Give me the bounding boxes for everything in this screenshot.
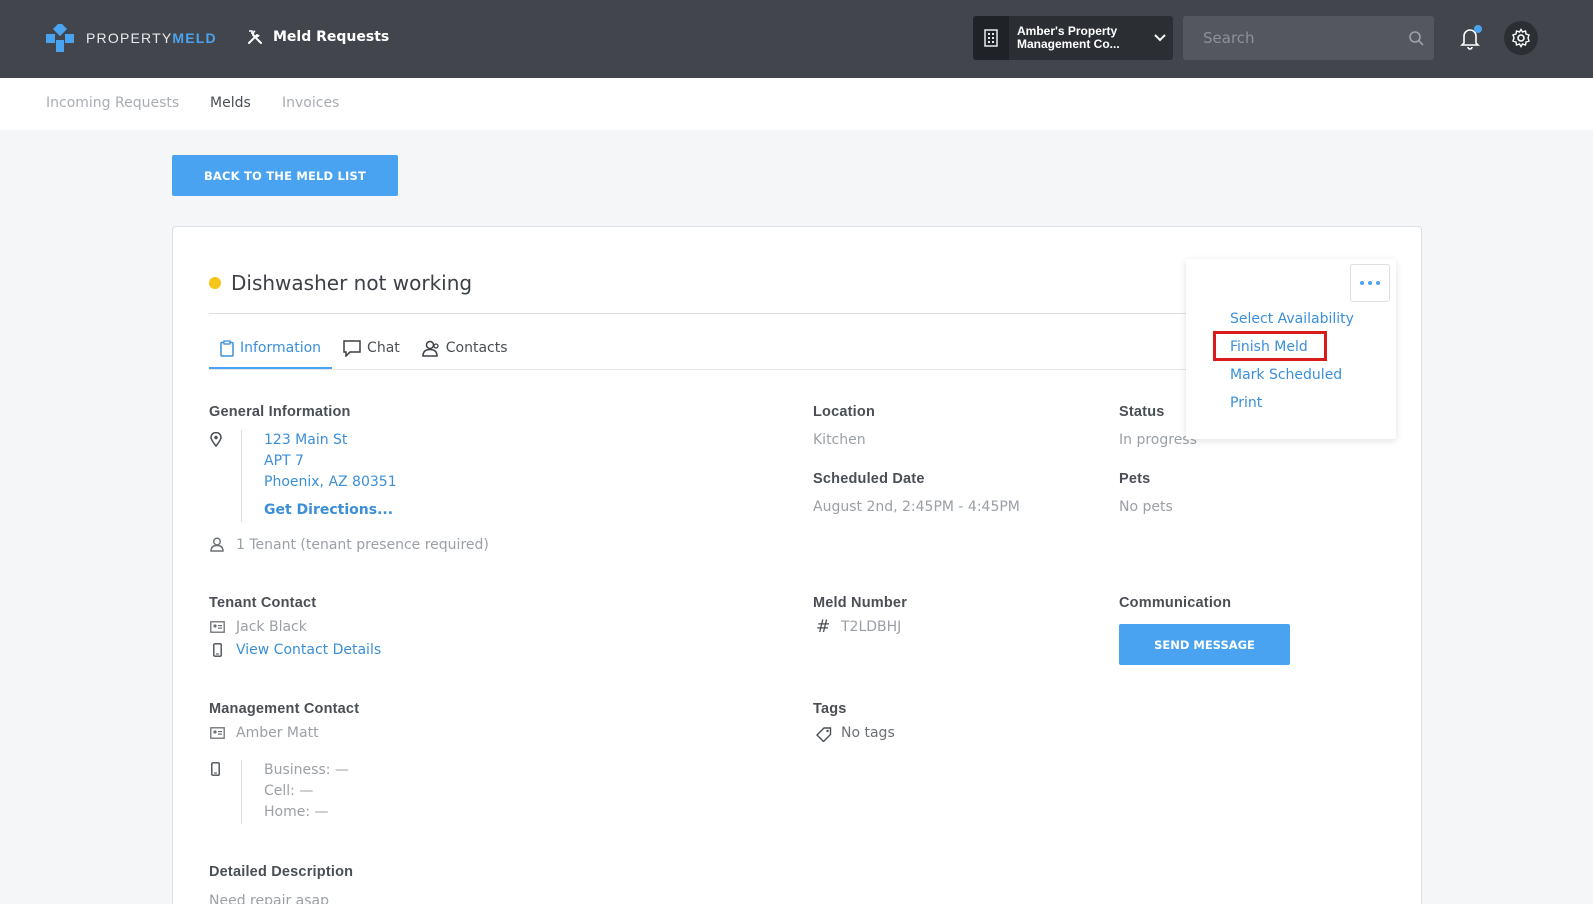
brand-logo[interactable]: PROPERTYMELD [46, 21, 217, 52]
status-dot-icon [209, 277, 221, 289]
manager-name: Amber Matt [236, 725, 319, 741]
notifications-bell-icon[interactable] [1460, 25, 1484, 52]
logo-mark-icon [46, 21, 74, 52]
home-phone: Home: — [264, 804, 329, 820]
get-directions-link[interactable]: Get Directions... [264, 502, 393, 518]
cell-phone: Cell: — [264, 783, 314, 799]
search-input[interactable] [1183, 29, 1397, 47]
contacts-icon [422, 340, 439, 357]
address-line-2[interactable]: APT 7 [264, 453, 304, 469]
tools-icon [248, 30, 262, 44]
tab-contacts[interactable]: Contacts [411, 327, 519, 369]
meld-actions-menu: Select Availability Finish Meld Mark Sch… [1186, 259, 1396, 439]
meld-tabs: Information Chat Contacts [209, 327, 519, 369]
dot-icon [1368, 281, 1372, 285]
menu-item-print[interactable]: Print [1230, 395, 1262, 411]
hash-icon: # [816, 617, 831, 637]
chevron-down-icon [1147, 34, 1173, 42]
tenant-count: 1 Tenant (tenant presence required) [236, 537, 489, 553]
status-heading: Status [1119, 404, 1165, 420]
address-line-1[interactable]: 123 Main St [264, 432, 347, 448]
management-contact-heading: Management Contact [209, 701, 360, 717]
view-contact-details-link[interactable]: View Contact Details [236, 642, 381, 658]
tag-icon [816, 727, 832, 742]
meld-title-text: Dishwasher not working [231, 271, 473, 295]
detailed-description-value: Need repair asap [209, 893, 329, 904]
app-title-text: Meld Requests [273, 29, 390, 45]
tags-heading: Tags [813, 701, 847, 717]
scheduled-date-heading: Scheduled Date [813, 471, 925, 487]
pets-heading: Pets [1119, 471, 1151, 487]
contact-card-icon [210, 621, 225, 633]
pets-value: No pets [1119, 499, 1173, 515]
address-line-3[interactable]: Phoenix, AZ 80351 [264, 474, 397, 490]
organization-select[interactable]: Amber's Property Management Co... [973, 16, 1173, 60]
building-icon [973, 16, 1009, 60]
divider [241, 760, 242, 824]
tenant-name: Jack Black [236, 619, 307, 635]
notification-badge [1474, 25, 1482, 33]
settings-gear-icon[interactable] [1504, 21, 1538, 55]
highlight-box [1213, 331, 1327, 361]
detailed-description-heading: Detailed Description [209, 864, 354, 880]
search-box [1183, 16, 1434, 60]
business-phone: Business: — [264, 762, 349, 778]
more-options-button[interactable] [1350, 264, 1390, 302]
search-icon[interactable] [1397, 30, 1434, 46]
menu-item-select-availability[interactable]: Select Availability [1230, 311, 1354, 327]
menu-item-mark-scheduled[interactable]: Mark Scheduled [1230, 367, 1342, 383]
dot-icon [1360, 281, 1364, 285]
location-heading: Location [813, 404, 876, 420]
chat-bubble-icon [343, 339, 361, 357]
tab-information-label: Information [240, 340, 322, 356]
meld-number-value: T2LDBHJ [841, 619, 902, 635]
dot-icon [1376, 281, 1380, 285]
tab-information[interactable]: Information [209, 327, 333, 369]
mobile-phone-icon [213, 643, 222, 657]
send-message-button[interactable]: SEND MESSAGE [1119, 624, 1290, 665]
nav-melds[interactable]: Melds [210, 95, 251, 111]
organization-name: Amber's Property Management Co... [1017, 24, 1120, 51]
meld-title: Dishwasher not working [209, 271, 472, 295]
nav-incoming-requests[interactable]: Incoming Requests [46, 95, 179, 111]
sub-navigation: Incoming Requests Melds Invoices [0, 78, 1593, 130]
tenant-person-icon [210, 537, 224, 552]
nav-invoices[interactable]: Invoices [282, 95, 339, 111]
clipboard-icon [220, 339, 234, 357]
tab-chat-label: Chat [367, 340, 400, 356]
top-bar: PROPERTYMELD Meld Requests Amber's Prope… [0, 0, 1593, 78]
back-to-meld-list-button[interactable]: BACK TO THE MELD LIST [172, 155, 398, 196]
general-information-heading: General Information [209, 404, 351, 420]
tags-value: No tags [841, 725, 895, 741]
mobile-phone-icon [211, 762, 220, 776]
meld-number-heading: Meld Number [813, 595, 908, 611]
location-value: Kitchen [813, 432, 866, 448]
communication-heading: Communication [1119, 595, 1232, 611]
location-pin-icon [210, 432, 222, 447]
brand-name: PROPERTYMELD [86, 30, 217, 46]
tenant-contact-heading: Tenant Contact [209, 595, 317, 611]
scheduled-date-value: August 2nd, 2:45PM - 4:45PM [813, 499, 1020, 515]
divider [241, 430, 242, 522]
tab-chat[interactable]: Chat [332, 327, 411, 369]
tab-contacts-label: Contacts [445, 340, 508, 356]
app-title[interactable]: Meld Requests [246, 28, 389, 46]
contact-card-icon [210, 727, 225, 739]
